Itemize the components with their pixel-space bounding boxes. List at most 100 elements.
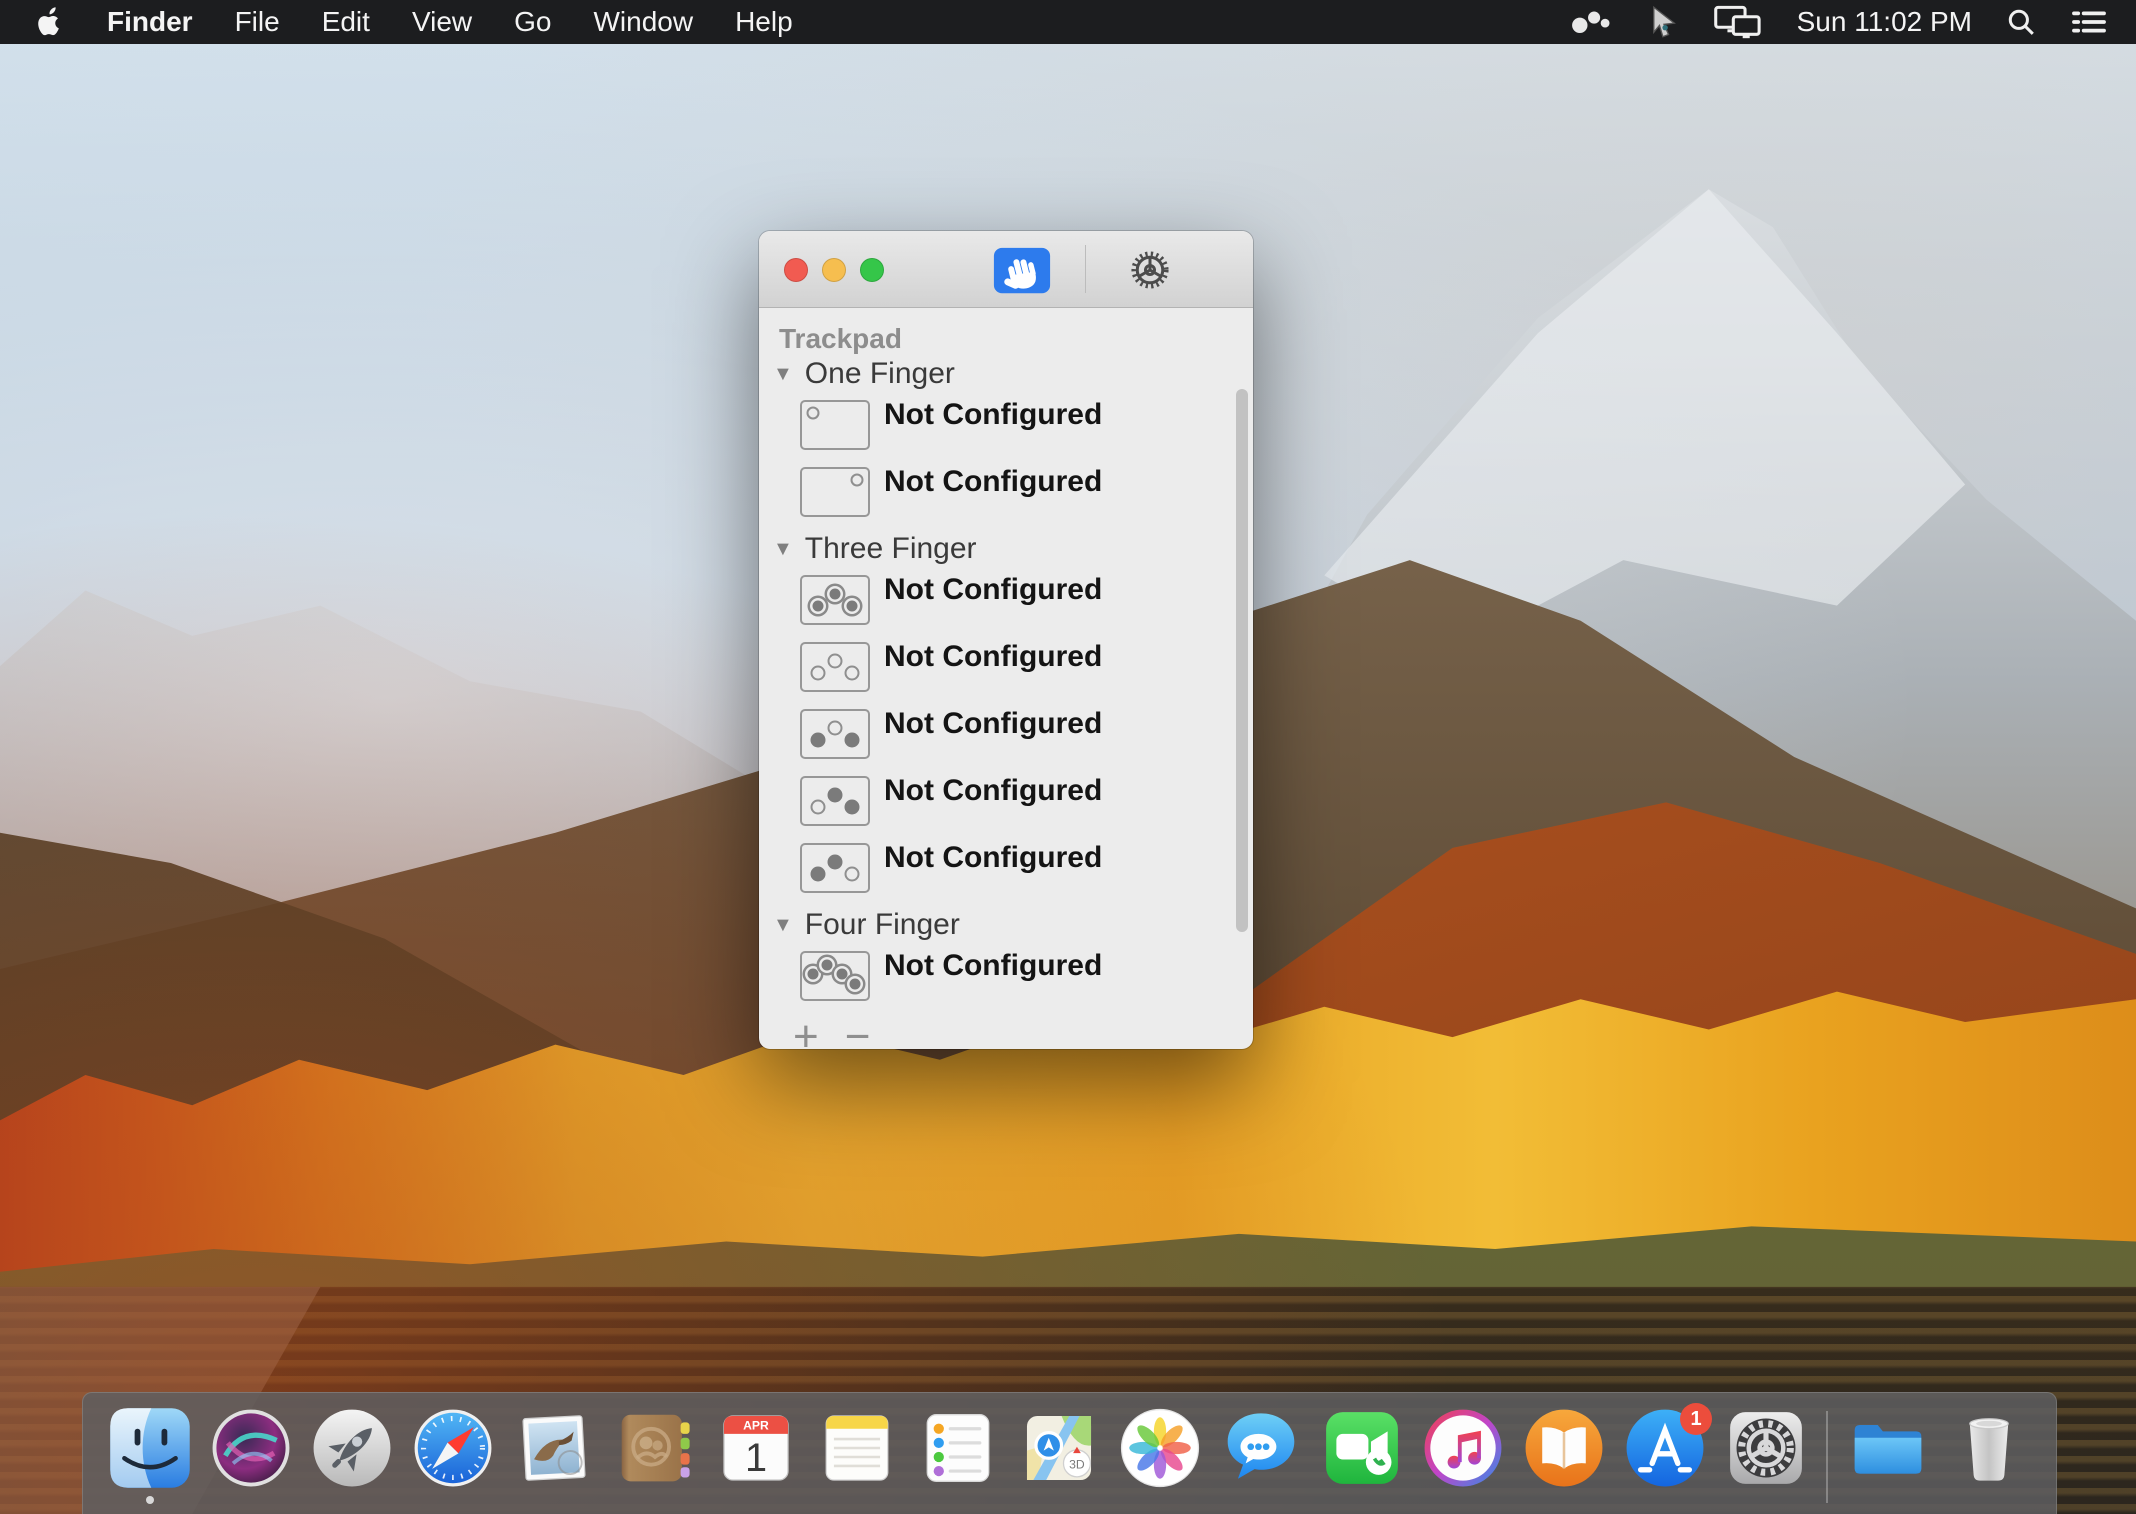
finder-icon: [109, 1407, 191, 1489]
dock-item-trash[interactable]: [1948, 1407, 2030, 1489]
pointer-icon[interactable]: [1649, 5, 1679, 39]
svg-text:APR: APR: [743, 1418, 769, 1432]
reminders-icon: [917, 1407, 999, 1489]
menu-bar-clock[interactable]: Sun 11:02 PM: [1797, 6, 1972, 38]
finger-dot: [822, 960, 833, 971]
gesture-config-window: Trackpad ▼ One Finger Not Configured Not Co…: [759, 231, 1253, 1049]
disclosure-triangle-icon[interactable]: ▼: [773, 915, 793, 935]
menu-go[interactable]: Go: [493, 6, 572, 38]
dock-item-finder[interactable]: [109, 1407, 191, 1489]
disclosure-triangle-icon[interactable]: ▼: [773, 539, 793, 559]
gesture-row[interactable]: Not Configured: [800, 776, 1233, 826]
pane-title: Trackpad: [779, 322, 1233, 356]
gesture-row[interactable]: Not Configured: [800, 843, 1233, 893]
finger-dot: [845, 799, 860, 814]
dock-item-siri[interactable]: [210, 1407, 292, 1489]
dock-item-folder[interactable]: [1847, 1407, 1929, 1489]
gesture-row[interactable]: Not Configured: [800, 709, 1233, 759]
dock-item-sysprefs[interactable]: [1725, 1407, 1807, 1489]
finger-dot: [807, 968, 818, 979]
window-titlebar[interactable]: [759, 231, 1253, 308]
zoom-button[interactable]: [860, 258, 884, 282]
dock-item-contacts[interactable]: [614, 1407, 696, 1489]
maps-icon: 3D: [1018, 1407, 1100, 1489]
menu-edit[interactable]: Edit: [301, 6, 391, 38]
gesture-row[interactable]: Not Configured: [800, 642, 1233, 692]
trackpad-icon: [993, 247, 1051, 294]
section-three-finger: ▼Three FingerNot ConfiguredNot Configure…: [779, 531, 1233, 893]
scrollbar-thumb[interactable]: [1236, 389, 1248, 932]
dock-item-itunes[interactable]: [1422, 1407, 1504, 1489]
messages-icon: [1220, 1407, 1302, 1489]
gesture-action-label: Not Configured: [884, 642, 1102, 672]
gesture-action-label: Not Configured: [884, 709, 1102, 739]
finger-dot: [836, 968, 847, 979]
dock-item-calendar[interactable]: APR 1: [715, 1407, 797, 1489]
dock-item-safari[interactable]: [412, 1407, 494, 1489]
gesture-row[interactable]: Not Configured: [800, 400, 1233, 450]
section-header: ▼Three Finger: [773, 531, 1233, 567]
toolbar-divider: [1085, 245, 1086, 293]
gesture-action-label: Not Configured: [884, 776, 1102, 806]
gesture-action-label: Not Configured: [884, 951, 1102, 981]
remove-gesture-button[interactable]: −: [845, 1015, 871, 1049]
section-label: One Finger: [805, 357, 955, 391]
contacts-icon: [614, 1407, 696, 1489]
dock-item-books[interactable]: [1523, 1407, 1605, 1489]
section-one-finger: ▼One FingerNot ConfiguredNot Configured: [779, 356, 1233, 517]
dock-item-photos[interactable]: [1119, 1407, 1201, 1489]
list-footer: + −: [793, 1015, 1233, 1049]
menu-file[interactable]: File: [214, 6, 301, 38]
gesture-action-label: Not Configured: [884, 843, 1102, 873]
menu-help[interactable]: Help: [714, 6, 814, 38]
books-icon: [1523, 1407, 1605, 1489]
add-gesture-button[interactable]: +: [793, 1015, 819, 1049]
finger-dot: [828, 855, 843, 870]
launchpad-icon: [311, 1407, 393, 1489]
finger-dot: [845, 665, 860, 680]
sysprefs-icon: [1725, 1407, 1807, 1489]
gesture-list-pane: Trackpad ▼ One Finger Not Configured Not Co…: [759, 308, 1253, 1049]
dock-item-facetime[interactable]: [1321, 1407, 1403, 1489]
finger-dot: [810, 665, 825, 680]
toolbar-tab-settings[interactable]: [1126, 246, 1174, 294]
menu-finder[interactable]: Finder: [86, 6, 214, 38]
toolbar-tab-trackpad[interactable]: [993, 247, 1051, 291]
dock-item-messages[interactable]: [1220, 1407, 1302, 1489]
dock-item-appstore[interactable]: 1: [1624, 1407, 1706, 1489]
photos-icon: [1119, 1407, 1201, 1489]
finger-dot: [845, 866, 860, 881]
trash-icon: [1948, 1407, 2030, 1489]
displays-icon[interactable]: [1713, 5, 1763, 39]
finger-dot: [847, 600, 858, 611]
desktop: FinderFileEditViewGoWindowHelp Sun 11:02…: [0, 0, 2136, 1514]
dock-item-maps[interactable]: 3D: [1018, 1407, 1100, 1489]
menu-view[interactable]: View: [391, 6, 493, 38]
menu-window[interactable]: Window: [572, 6, 714, 38]
dock-item-reminders[interactable]: [917, 1407, 999, 1489]
finger-dot: [810, 799, 825, 814]
minimize-button[interactable]: [822, 258, 846, 282]
dock-item-notes[interactable]: [816, 1407, 898, 1489]
safari-icon: [412, 1407, 494, 1489]
folder-icon: [1847, 1407, 1929, 1489]
svg-text:1: 1: [745, 1436, 767, 1480]
finger-dot: [850, 474, 863, 487]
gesture-row[interactable]: Not Configured: [800, 575, 1233, 625]
gesture-row[interactable]: Not Configured: [800, 951, 1233, 1001]
gesture-action-label: Not Configured: [884, 400, 1102, 430]
gesture-row[interactable]: Not Configured: [800, 467, 1233, 517]
search-icon[interactable]: [2006, 7, 2036, 37]
trackpad-gesture-icon: [800, 709, 870, 759]
apple-menu[interactable]: [26, 6, 72, 38]
trackpad-gesture-icon: [800, 400, 870, 450]
disclosure-triangle-icon[interactable]: ▼: [773, 364, 793, 384]
gesture-dots-icon[interactable]: [1571, 8, 1615, 36]
notification-center-icon[interactable]: [2070, 8, 2108, 36]
app-menus: FinderFileEditViewGoWindowHelp: [86, 6, 814, 38]
dock-item-mail[interactable]: [513, 1407, 595, 1489]
siri-icon: [210, 1407, 292, 1489]
trackpad-gesture-icon: [800, 642, 870, 692]
dock-item-launchpad[interactable]: [311, 1407, 393, 1489]
close-button[interactable]: [784, 258, 808, 282]
